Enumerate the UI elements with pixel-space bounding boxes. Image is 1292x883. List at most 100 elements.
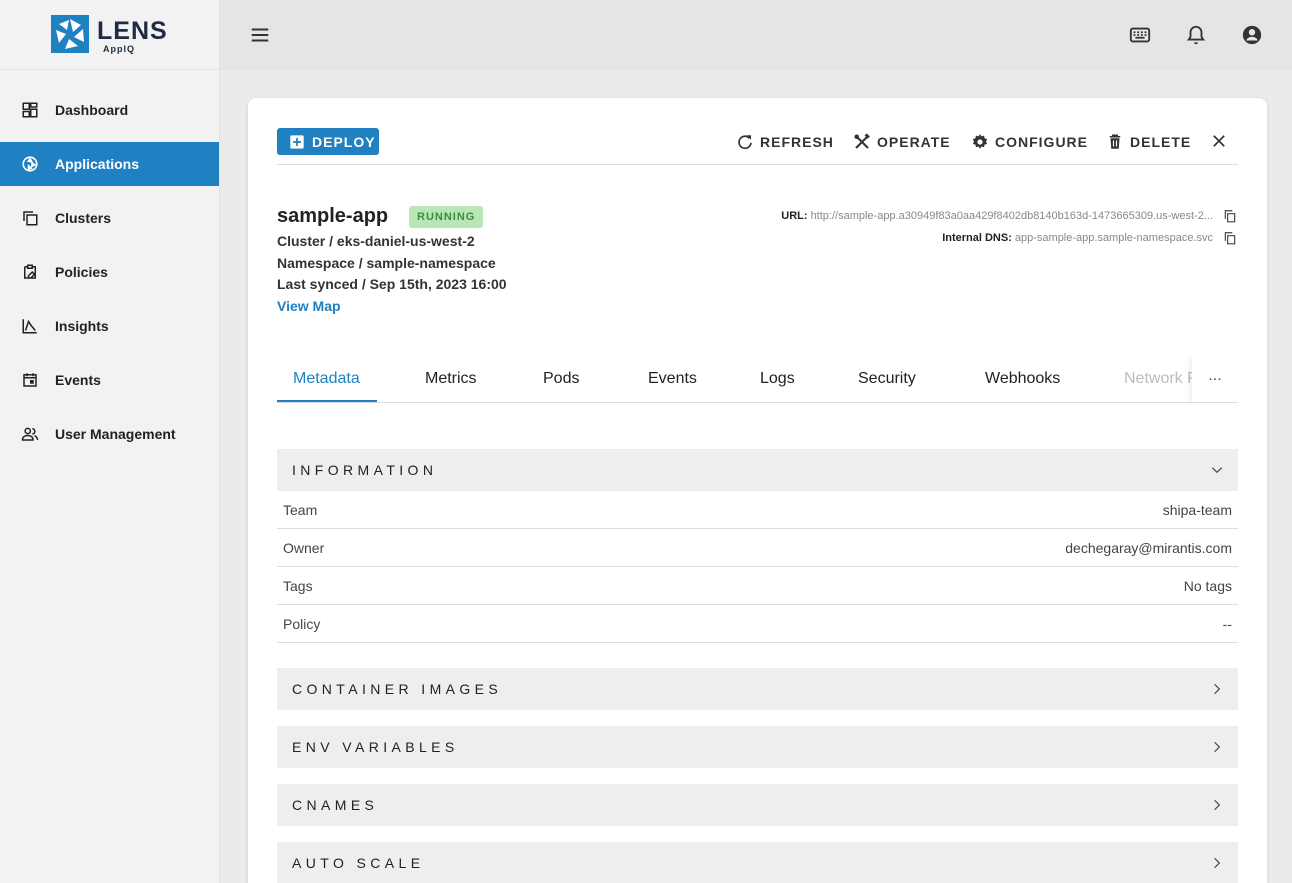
row-value: -- bbox=[1222, 616, 1232, 632]
section-title: INFORMATION bbox=[292, 462, 438, 478]
sidebar-item-label: Policies bbox=[55, 264, 108, 280]
configure-button[interactable]: CONFIGURE bbox=[971, 131, 1088, 153]
lens-logo-icon bbox=[51, 15, 89, 53]
sidebar-item-insights[interactable]: Insights bbox=[0, 304, 219, 348]
brand-name: LENS bbox=[97, 17, 168, 45]
sidebar-item-label: Clusters bbox=[55, 210, 112, 226]
sidebar-item-label: User Management bbox=[55, 426, 176, 442]
copy-icon[interactable] bbox=[1223, 231, 1237, 245]
add-box-icon bbox=[290, 134, 304, 149]
tab-bar: Metadata Metrics Pods Events Logs Securi… bbox=[277, 356, 1238, 403]
account-icon[interactable] bbox=[1241, 24, 1263, 46]
app-name: sample-app bbox=[277, 205, 389, 227]
insights-icon bbox=[22, 319, 37, 334]
sidebar-item-events[interactable]: Events bbox=[0, 358, 219, 402]
section-auto-scale[interactable]: AUTO SCALE bbox=[277, 842, 1238, 883]
section-title: CNAMES bbox=[292, 797, 379, 813]
row-key: Policy bbox=[283, 616, 321, 632]
chevron-right-icon bbox=[1214, 857, 1221, 869]
dns-label: Internal DNS: bbox=[942, 232, 1012, 244]
tab-security[interactable]: Security bbox=[858, 356, 916, 402]
operate-label: OPERATE bbox=[877, 134, 951, 150]
sidebar: LENS AppIQ Dashboard Applications Cluste… bbox=[0, 0, 220, 883]
url-label: URL: bbox=[781, 210, 808, 222]
chevron-down-icon bbox=[1211, 467, 1223, 474]
menu-icon[interactable] bbox=[249, 24, 271, 46]
close-icon[interactable] bbox=[1210, 132, 1228, 150]
information-table: Team shipa-team Owner dechegaray@miranti… bbox=[277, 491, 1238, 643]
refresh-button[interactable]: REFRESH bbox=[736, 131, 834, 153]
row-key: Owner bbox=[283, 540, 325, 556]
section-container-images[interactable]: CONTAINER IMAGES bbox=[277, 668, 1238, 710]
keyboard-icon[interactable] bbox=[1129, 24, 1151, 46]
table-row: Team shipa-team bbox=[277, 491, 1238, 529]
sidebar-item-clusters[interactable]: Clusters bbox=[0, 196, 219, 240]
bell-icon[interactable] bbox=[1185, 24, 1207, 46]
deploy-button[interactable]: DEPLOY bbox=[277, 128, 379, 155]
chevron-right-icon bbox=[1214, 683, 1221, 695]
tab-metrics[interactable]: Metrics bbox=[425, 356, 477, 402]
row-value: No tags bbox=[1183, 578, 1232, 594]
dns-row: Internal DNS: app-sample-app.sample-name… bbox=[942, 231, 1237, 245]
refresh-label: REFRESH bbox=[760, 134, 834, 150]
users-icon bbox=[21, 427, 39, 441]
tab-logs[interactable]: Logs bbox=[760, 356, 795, 402]
delete-button[interactable]: DELETE bbox=[1106, 131, 1191, 153]
app-detail-card: DEPLOY REFRESH OPERATE CONFIGURE DELETE … bbox=[248, 98, 1267, 883]
section-title: ENV VARIABLES bbox=[292, 739, 459, 755]
section-cnames[interactable]: CNAMES bbox=[277, 784, 1238, 826]
row-key: Tags bbox=[283, 578, 313, 594]
sidebar-item-label: Insights bbox=[55, 318, 109, 334]
tab-pods[interactable]: Pods bbox=[543, 356, 579, 402]
sidebar-item-label: Applications bbox=[55, 156, 140, 172]
policies-icon bbox=[24, 264, 36, 279]
sidebar-item-policies[interactable]: Policies bbox=[0, 250, 219, 294]
delete-label: DELETE bbox=[1130, 134, 1192, 150]
deploy-label: DEPLOY bbox=[312, 133, 376, 150]
section-env-variables[interactable]: ENV VARIABLES bbox=[277, 726, 1238, 768]
refresh-icon bbox=[738, 135, 752, 150]
chevron-right-icon bbox=[1214, 799, 1221, 811]
url-row: URL: http://sample-app.a30949f83a0aa429f… bbox=[781, 209, 1237, 223]
brand-sub: AppIQ bbox=[103, 44, 135, 54]
sidebar-item-label: Dashboard bbox=[55, 102, 129, 118]
more-tabs-button[interactable]: ... bbox=[1192, 356, 1238, 402]
sidebar-item-user-management[interactable]: User Management bbox=[0, 412, 219, 456]
row-value: shipa-team bbox=[1162, 502, 1232, 518]
trash-icon bbox=[1109, 134, 1121, 149]
table-row: Owner dechegaray@mirantis.com bbox=[277, 529, 1238, 567]
section-information[interactable]: INFORMATION bbox=[277, 449, 1238, 491]
section-title: AUTO SCALE bbox=[292, 855, 425, 871]
dns-value[interactable]: app-sample-app.sample-namespace.svc bbox=[1015, 232, 1213, 244]
events-icon bbox=[23, 373, 37, 387]
action-toolbar: DEPLOY REFRESH OPERATE CONFIGURE DELETE bbox=[277, 128, 1238, 165]
applications-icon bbox=[22, 156, 38, 172]
url-value[interactable]: http://sample-app.a30949f83a0aa429f8402d… bbox=[811, 210, 1213, 222]
clusters-icon bbox=[23, 211, 38, 226]
table-row: Tags No tags bbox=[277, 567, 1238, 605]
namespace-info: Namespace / sample-namespace bbox=[277, 255, 496, 271]
row-key: Team bbox=[283, 502, 318, 518]
tab-events[interactable]: Events bbox=[648, 356, 697, 402]
sidebar-item-applications[interactable]: Applications bbox=[0, 142, 219, 186]
sidebar-item-label: Events bbox=[55, 372, 101, 388]
logo[interactable]: LENS AppIQ bbox=[0, 0, 219, 70]
section-title: CONTAINER IMAGES bbox=[292, 681, 503, 697]
table-row: Policy -- bbox=[277, 605, 1238, 643]
active-tab-indicator bbox=[277, 400, 377, 402]
copy-icon[interactable] bbox=[1223, 209, 1237, 223]
chevron-right-icon bbox=[1214, 741, 1221, 753]
tools-icon bbox=[854, 133, 870, 149]
top-header bbox=[220, 0, 1292, 70]
sidebar-item-dashboard[interactable]: Dashboard bbox=[0, 88, 219, 132]
dashboard-icon bbox=[22, 102, 38, 118]
last-synced: Last synced / Sep 15th, 2023 16:00 bbox=[277, 276, 507, 292]
tab-network-policies[interactable]: Network P bbox=[1124, 356, 1198, 402]
gear-icon bbox=[972, 134, 988, 149]
sidebar-nav: Dashboard Applications Clusters Policies… bbox=[0, 88, 219, 456]
status-badge: RUNNING bbox=[409, 206, 484, 228]
tab-metadata[interactable]: Metadata bbox=[293, 356, 360, 402]
operate-button[interactable]: OPERATE bbox=[853, 131, 951, 153]
view-map-link[interactable]: View Map bbox=[277, 298, 341, 314]
tab-webhooks[interactable]: Webhooks bbox=[985, 356, 1060, 402]
